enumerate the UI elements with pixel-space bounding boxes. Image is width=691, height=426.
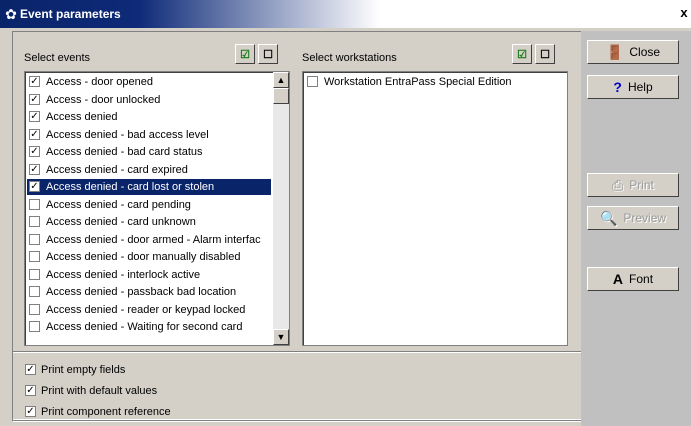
help-button-label: Help: [627, 80, 653, 94]
close-button-label: Close: [629, 45, 661, 59]
preview-button[interactable]: 🔍 Preview: [587, 206, 679, 230]
font-icon: A: [612, 271, 624, 287]
close-button[interactable]: 🚪 Close: [587, 40, 679, 64]
event-list-item[interactable]: ✓ Access denied - bad card status: [27, 144, 271, 160]
event-checkbox[interactable]: [29, 251, 40, 262]
print-option-label: Print component reference: [41, 406, 171, 418]
event-checkbox[interactable]: ✓: [29, 76, 40, 87]
check-all-icon: ☑: [517, 48, 527, 61]
event-label: Access denied - bad card status: [46, 146, 203, 158]
events-select-all-button[interactable]: ☑: [235, 44, 255, 64]
event-checkbox[interactable]: ✓: [29, 181, 40, 192]
event-list-item[interactable]: Access denied - passback bad location: [27, 284, 271, 300]
window-title: Event parameters: [20, 7, 121, 21]
event-label: Access denied - card lost or stolen: [46, 181, 215, 193]
events-clear-all-button[interactable]: ☐: [258, 44, 278, 64]
event-checkbox[interactable]: [29, 303, 40, 315]
preview-icon: 🔍: [599, 209, 618, 226]
help-button[interactable]: ? Help: [587, 75, 679, 99]
event-label: Access denied - card pending: [46, 198, 191, 211]
event-list-item[interactable]: Access denied - interlock active: [27, 267, 271, 283]
scroll-up-arrow-icon[interactable]: ▲: [273, 72, 289, 88]
button-rail: 🚪 Close ? Help ⎙ Print 🔍 Preview A Font: [581, 31, 691, 426]
event-parameters-window: ✿ Event parameters x Select events ☑ ☐ ✓…: [0, 0, 691, 426]
print-option-label: Print empty fields: [41, 364, 126, 376]
event-list-item[interactable]: Access denied - door armed - Alarm inter…: [27, 232, 271, 248]
event-label: Access denied - reader or keypad locked: [46, 303, 246, 316]
event-label: Access denied - Waiting for second card: [46, 321, 243, 333]
event-list-item[interactable]: ✓ Access denied - card expired: [27, 162, 271, 178]
event-checkbox[interactable]: ✓: [29, 93, 40, 105]
check-all-icon: ☑: [240, 48, 250, 61]
event-list-item[interactable]: Access denied - Waiting for second card: [27, 319, 271, 335]
event-list-item[interactable]: ✓ Access denied - card lost or stolen: [27, 179, 271, 195]
workstations-clear-all-button[interactable]: ☐: [535, 44, 555, 64]
event-checkbox[interactable]: ✓: [29, 111, 40, 122]
event-checkbox[interactable]: [29, 233, 40, 245]
event-list-item[interactable]: ✓ Access denied - bad access level: [27, 127, 271, 143]
event-list-item[interactable]: Access denied - door manually disabled: [27, 249, 271, 265]
event-label: Access denied - door armed - Alarm inter…: [46, 233, 261, 246]
event-label: Access denied - card unknown: [46, 216, 196, 228]
workstation-checkbox[interactable]: [307, 76, 318, 87]
scroll-thumb[interactable]: [273, 88, 289, 104]
events-scrollbar[interactable]: ▲ ▼: [273, 72, 289, 345]
event-checkbox[interactable]: [29, 286, 40, 297]
print-option-checkbox[interactable]: ✓: [25, 406, 36, 417]
event-label: Access denied - interlock active: [46, 268, 201, 281]
event-list-item[interactable]: ✓ Access - door unlocked: [27, 92, 271, 108]
help-icon: ?: [613, 79, 622, 95]
event-checkbox[interactable]: ✓: [29, 128, 40, 140]
event-list-item[interactable]: Access denied - reader or keypad locked: [27, 302, 271, 318]
printer-icon: ⎙: [612, 176, 624, 193]
event-label: Access denied - door manually disabled: [46, 251, 241, 263]
close-window-button[interactable]: x: [677, 6, 691, 22]
font-button[interactable]: A Font: [587, 267, 679, 291]
options-divider: [13, 351, 582, 353]
event-label: Access denied - bad access level: [46, 128, 209, 141]
preview-button-label: Preview: [623, 211, 667, 225]
print-option-checkbox[interactable]: ✓: [25, 364, 36, 375]
event-checkbox[interactable]: [29, 321, 40, 332]
events-list[interactable]: ✓ Access - door opened ✓ Access - door unlo…: [24, 71, 290, 346]
app-icon: ✿: [5, 6, 17, 22]
clear-all-icon: ☐: [263, 48, 273, 61]
font-button-label: Font: [629, 272, 654, 286]
door-icon: 🚪: [605, 43, 624, 60]
event-label: Access denied: [46, 111, 118, 123]
select-events-label: Select events: [24, 52, 91, 64]
event-label: Access denied - card expired: [46, 163, 188, 176]
event-list-item[interactable]: Access denied - card unknown: [27, 214, 271, 230]
scroll-down-arrow-icon[interactable]: ▼: [273, 329, 289, 345]
event-checkbox[interactable]: ✓: [29, 146, 40, 157]
event-label: Access - door unlocked: [46, 93, 161, 106]
workstation-label: Workstation EntraPass Special Edition: [324, 76, 512, 88]
event-checkbox[interactable]: ✓: [29, 163, 40, 175]
event-list-item[interactable]: ✓ Access denied: [27, 109, 271, 125]
workstations-select-all-button[interactable]: ☑: [512, 44, 532, 64]
print-option-checkbox[interactable]: ✓: [25, 385, 36, 396]
event-list-item[interactable]: ✓ Access - door opened: [27, 74, 271, 90]
event-label: Access denied - passback bad location: [46, 286, 237, 298]
workstation-list-item[interactable]: Workstation EntraPass Special Edition: [305, 74, 563, 90]
event-checkbox[interactable]: [29, 216, 40, 227]
title-bar[interactable]: ✿ Event parameters x: [0, 0, 691, 28]
print-button-label: Print: [629, 178, 654, 192]
event-checkbox[interactable]: [29, 268, 40, 280]
event-list-item[interactable]: Access denied - card pending: [27, 197, 271, 213]
print-button[interactable]: ⎙ Print: [587, 173, 679, 197]
clear-all-icon: ☐: [540, 48, 550, 61]
workstations-list[interactable]: Workstation EntraPass Special Edition: [302, 71, 568, 346]
select-workstations-label: Select workstations: [302, 52, 397, 64]
event-label: Access - door opened: [46, 76, 154, 88]
print-option-label: Print with default values: [41, 385, 158, 397]
event-checkbox[interactable]: [29, 198, 40, 210]
main-panel: Select events ☑ ☐ ✓ Access - door opened ✓…: [12, 31, 583, 421]
